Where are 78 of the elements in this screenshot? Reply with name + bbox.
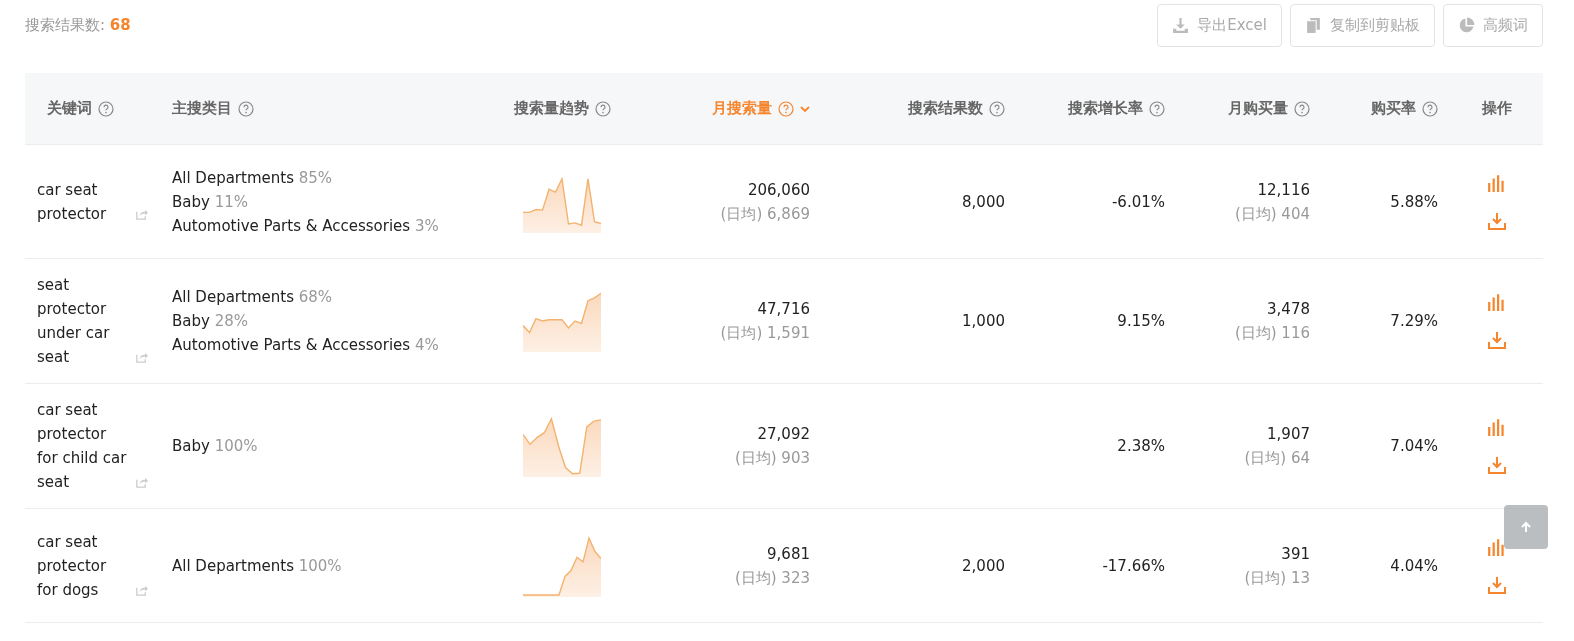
category-text: All Departments 100% (172, 555, 342, 577)
column-header: 购买率 (1371, 99, 1416, 118)
keyword-text: seat protector under car seat (37, 275, 111, 368)
daily-searches: (日均) 6,869 (720, 203, 810, 225)
download-icon[interactable] (1486, 456, 1507, 474)
category-text: Baby 11% (172, 191, 248, 213)
monthly-searches: 9,681 (767, 543, 810, 565)
monthly-purchases: 1,907 (1267, 424, 1310, 445)
pie-chart-icon (1458, 17, 1475, 34)
external-link-icon[interactable] (135, 476, 148, 489)
monthly-searches: 27,092 (757, 424, 810, 445)
monthly-purchases: 3,478 (1267, 299, 1310, 320)
daily-purchases: (日均) 404 (1234, 203, 1310, 225)
help-icon[interactable] (989, 100, 1005, 117)
daily-searches: (日均) 1,591 (720, 323, 810, 344)
column-header: 搜索量趋势 (513, 99, 589, 118)
keywords-button[interactable]: 高频词 (1443, 4, 1543, 47)
category-text: Automotive Parts & Accessories 3% (172, 215, 439, 237)
monthly-searches: 206,060 (747, 179, 810, 201)
search-results-count: 1,000 (962, 312, 1005, 330)
daily-searches: (日均) 323 (734, 567, 810, 589)
bar-chart-icon[interactable] (1486, 173, 1507, 192)
arrow-up-icon (1519, 520, 1533, 534)
category-text: All Departments 68% (172, 287, 333, 308)
monthly-purchases: 391 (1281, 543, 1310, 565)
growth-rate: -6.01% (1111, 192, 1165, 211)
purchase-rate: 7.04% (1390, 437, 1438, 455)
download-icon[interactable] (1486, 575, 1507, 594)
growth-rate: 2.38% (1117, 437, 1165, 455)
column-header: 关键词 (47, 99, 92, 118)
daily-purchases: (日均) 13 (1244, 567, 1310, 589)
category-text: Automotive Parts & Accessories 4% (172, 335, 439, 356)
bar-chart-icon[interactable] (1486, 418, 1507, 436)
growth-rate: 9.15% (1117, 312, 1165, 330)
monthly-searches: 47,716 (757, 299, 810, 320)
column-header: 月购买量 (1228, 99, 1288, 118)
purchase-rate: 7.29% (1390, 312, 1438, 330)
category-text: Baby 100% (172, 436, 258, 457)
column-header: 主搜类目 (172, 99, 232, 118)
search-results-count: 8,000 (962, 192, 1005, 211)
back-to-top-button[interactable] (1504, 505, 1548, 549)
help-icon[interactable] (594, 100, 611, 117)
daily-purchases: (日均) 116 (1234, 323, 1310, 344)
help-icon[interactable] (778, 100, 794, 117)
copy-icon (1305, 17, 1322, 34)
download-icon[interactable] (1486, 331, 1507, 349)
daily-searches: (日均) 903 (734, 448, 810, 469)
download-icon (1172, 17, 1190, 34)
external-link-icon[interactable] (135, 583, 148, 597)
copy-button[interactable]: 复制到剪贴板 (1290, 4, 1435, 47)
purchase-rate: 4.04% (1390, 556, 1438, 575)
bar-chart-icon[interactable] (1486, 293, 1507, 311)
keyword-text: car seat protector for child car seat (37, 400, 127, 493)
result-count: 搜索结果数: 68 (25, 16, 131, 35)
search-results-count: 2,000 (962, 556, 1005, 575)
keyword-text: car seat protector for dogs (37, 531, 108, 601)
keyword-text: car seat protector (37, 179, 108, 225)
export-button[interactable]: 导出Excel (1157, 4, 1282, 47)
bar-chart-icon[interactable] (1486, 537, 1507, 556)
monthly-purchases: 12,116 (1257, 179, 1310, 201)
daily-purchases: (日均) 64 (1244, 448, 1310, 469)
help-icon[interactable] (1422, 100, 1438, 117)
category-text: Baby 28% (172, 311, 248, 332)
help-icon[interactable] (98, 100, 114, 117)
purchase-rate: 5.88% (1390, 192, 1438, 211)
column-header: 搜索增长率 (1068, 99, 1143, 118)
column-header: 操作 (1481, 99, 1512, 118)
download-icon[interactable] (1486, 211, 1507, 230)
column-header[interactable]: 月搜索量 (712, 99, 772, 118)
help-icon[interactable] (1294, 100, 1310, 117)
external-link-icon[interactable] (135, 207, 148, 221)
column-header: 搜索结果数 (908, 99, 983, 118)
growth-rate: -17.66% (1102, 556, 1165, 575)
sort-caret-icon[interactable] (800, 105, 810, 112)
external-link-icon[interactable] (135, 351, 148, 364)
help-icon[interactable] (1149, 100, 1165, 117)
category-text: All Departments 85% (172, 167, 333, 189)
help-icon[interactable] (238, 100, 254, 117)
